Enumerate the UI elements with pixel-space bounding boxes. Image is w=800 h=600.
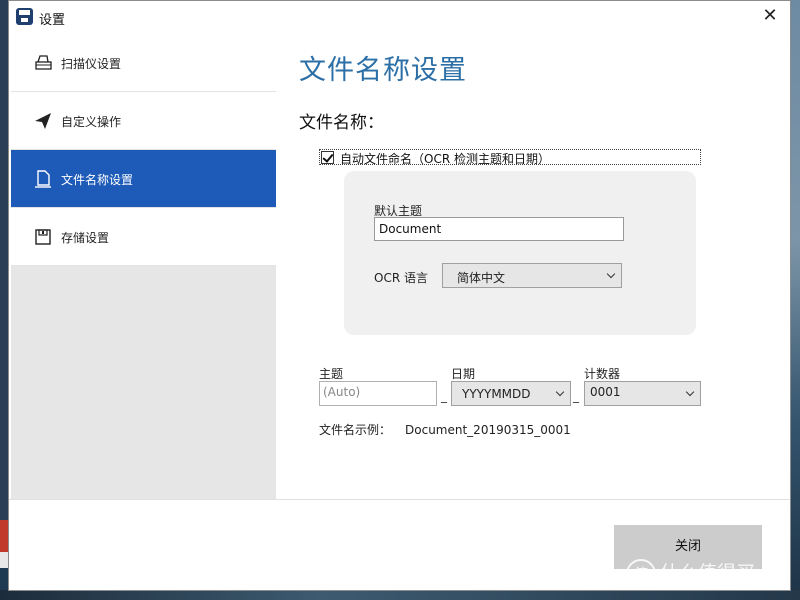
sidebar: 扫描仪设置 自定义操作 文件名称设置 存储设置 [11,34,276,499]
desktop-strip [0,590,800,600]
auto-naming-label: 自动文件命名（OCR 检测主题和日期） [340,152,550,166]
sidebar-item-custom-actions[interactable]: 自定义操作 [11,92,276,150]
save-icon [33,227,53,247]
sidebar-item-label: 文件名称设置 [61,173,134,187]
date-format-select[interactable]: YYYYMMDD [451,381,571,406]
default-subject-input[interactable]: Document [374,217,624,241]
ocr-language-value: 简体中文 [457,271,506,285]
app-save-icon [16,8,33,25]
filename-example: 文件名示例： Document_20190315_0001 [319,421,571,438]
ocr-language-select[interactable]: 简体中文 [442,263,622,288]
date-label: 日期 [451,367,476,381]
counter-value: 0001 [590,385,621,399]
desktop-background-right [790,0,800,600]
counter-select[interactable]: 0001 [584,381,701,406]
send-icon [33,111,53,131]
auto-naming-panel [344,171,696,335]
separator: _ [573,389,579,403]
example-label: 文件名示例： [319,423,392,437]
document-icon [33,169,53,189]
close-window-icon[interactable]: ✕ [750,1,790,33]
auto-naming-checkbox-row[interactable]: 自动文件命名（OCR 检测主题和日期） [319,149,701,166]
window-title: 设置 [39,13,66,28]
sidebar-item-scanner-settings[interactable]: 扫描仪设置 [11,34,276,92]
settings-window: 设置 ✕ 扫描仪设置 自定义操作 文件名称设置 存储设置 文件名称设置 文件名称… [8,0,791,591]
counter-label: 计数器 [584,367,621,381]
chevron-down-icon [606,269,616,279]
auto-naming-checkbox[interactable] [321,151,334,164]
desktop-background-left [0,520,8,600]
footer-divider [9,499,790,500]
ocr-language-label: OCR 语言 [374,271,428,285]
sidebar-item-label: 存储设置 [61,231,110,245]
title-bar: 设置 ✕ [9,1,790,33]
subject-label: 主题 [319,367,344,381]
separator: _ [441,389,447,403]
date-format-value: YYYYMMDD [462,387,531,401]
sidebar-item-storage-settings[interactable]: 存储设置 [11,208,276,266]
watermark: 值什么值得买 [626,558,755,589]
watermark-text: 什么值得买 [660,562,756,584]
page-title: 文件名称设置 [299,55,467,86]
section-title: 文件名称： [299,113,384,133]
sidebar-item-label: 自定义操作 [61,115,122,129]
sidebar-item-filename-settings[interactable]: 文件名称设置 [11,150,276,208]
example-value: Document_20190315_0001 [405,423,571,437]
chevron-down-icon [685,387,695,397]
subject-input[interactable]: (Auto) [319,381,437,406]
scanner-icon [33,53,53,73]
watermark-badge: 值 [626,558,656,589]
chevron-down-icon [555,387,565,397]
sidebar-item-label: 扫描仪设置 [61,57,122,71]
